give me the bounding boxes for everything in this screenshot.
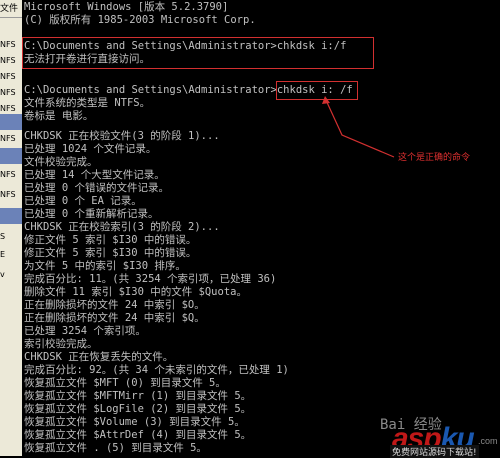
- drive-fs-label: NFS: [0, 104, 16, 113]
- annotation-note: 这个是正确的命令: [398, 153, 471, 163]
- console-line: 正在删除损坏的文件 24 中索引 $O。: [24, 299, 205, 311]
- menu-file[interactable]: 文件: [0, 2, 22, 16]
- drive-fs-label: v: [0, 270, 5, 279]
- drive-fs-label: NFS: [0, 134, 16, 143]
- console-line: 文件校验完成。: [24, 156, 98, 168]
- aspku-tagline: 免费网站源码下载站!: [390, 445, 479, 458]
- failed-command-highlight: [22, 37, 374, 69]
- selected-volume-row[interactable]: [0, 114, 22, 130]
- drive-fs-label: E: [0, 250, 6, 259]
- console-line: CHKDSK 正在恢复丢失的文件。: [24, 351, 174, 363]
- console-line: 恢复孤立文件 $Volume (3) 到目录文件 5。: [24, 416, 245, 428]
- drive-fs-label: NFS: [0, 88, 16, 97]
- drive-fs-label: S: [0, 232, 6, 241]
- console-line: 恢复孤立文件 $MFTMirr (1) 到目录文件 5。: [24, 390, 252, 402]
- volume-bar[interactable]: [0, 208, 22, 224]
- arrow-icon: [322, 96, 395, 158]
- console-line: 正在删除损坏的文件 24 中索引 $Q。: [24, 312, 205, 324]
- background-window: 文件 NFS NFS NFS NFS NFS NFS NFS NFS S E v: [0, 0, 22, 456]
- aspku-dotcom: .com: [478, 436, 498, 446]
- console-line: 为文件 5 中的索引 $I30 排序。: [24, 260, 186, 272]
- separator: [0, 17, 22, 18]
- console-line: 已处理 14 个大型文件记录。: [24, 169, 165, 181]
- command-prompt-console[interactable]: Microsoft Windows [版本 5.2.3790] (C) 版权所有…: [22, 0, 500, 456]
- console-line: 修正文件 5 索引 $I30 中的错误。: [24, 234, 197, 246]
- drive-fs-label: NFS: [0, 170, 16, 179]
- volume-bar[interactable]: [0, 148, 22, 164]
- console-line: 索引校验完成。: [24, 338, 98, 350]
- console-line: CHKDSK 正在校验文件(3 的阶段 1)...: [24, 130, 220, 142]
- console-line: (C) 版权所有 1985-2003 Microsoft Corp.: [24, 14, 256, 26]
- console-line: 恢复孤立文件 $AttrDef (4) 到目录文件 5。: [24, 429, 252, 441]
- drive-fs-label: NFS: [0, 190, 16, 199]
- console-line: 恢复孤立文件 $MFT (0) 到目录文件 5。: [24, 377, 226, 389]
- console-line: 已处理 3254 个索引项。: [24, 325, 146, 337]
- console-line: 完成百分比: 92。(共 34 个未索引的文件，已处理 1): [24, 364, 289, 376]
- console-line: 恢复孤立文件 . (5) 到目录文件 5。: [24, 442, 207, 454]
- console-line: 已处理 0 个 EA 记录。: [24, 195, 142, 207]
- drive-fs-label: NFS: [0, 40, 16, 49]
- drive-fs-label: NFS: [0, 56, 16, 65]
- console-line: 修正文件 5 索引 $I30 中的错误。: [24, 247, 197, 259]
- watermark: Bai 经验 aspku .com 免费网站源码下载站!: [380, 414, 498, 458]
- console-line: 删除文件 11 索引 $I30 中的文件 $Quota。: [24, 286, 247, 298]
- console-line: 已处理 0 个重新解析记录。: [24, 208, 159, 220]
- console-line: 恢复孤立文件 $LogFile (2) 到目录文件 5。: [24, 403, 252, 415]
- console-line: 卷标是 电影。: [24, 110, 94, 122]
- console-line: 完成百分比: 11。(共 3254 个索引项，已处理 36): [24, 273, 277, 285]
- console-line: 已处理 1024 个文件记录。: [24, 143, 157, 155]
- console-line: Microsoft Windows [版本 5.2.3790]: [24, 1, 229, 13]
- console-line: CHKDSK 正在校验索引(3 的阶段 2)...: [24, 221, 220, 233]
- drive-fs-label: NFS: [0, 72, 16, 81]
- console-line: 已处理 0 个错误的文件记录。: [24, 182, 169, 194]
- console-line: 文件系统的类型是 NTFS。: [24, 97, 151, 109]
